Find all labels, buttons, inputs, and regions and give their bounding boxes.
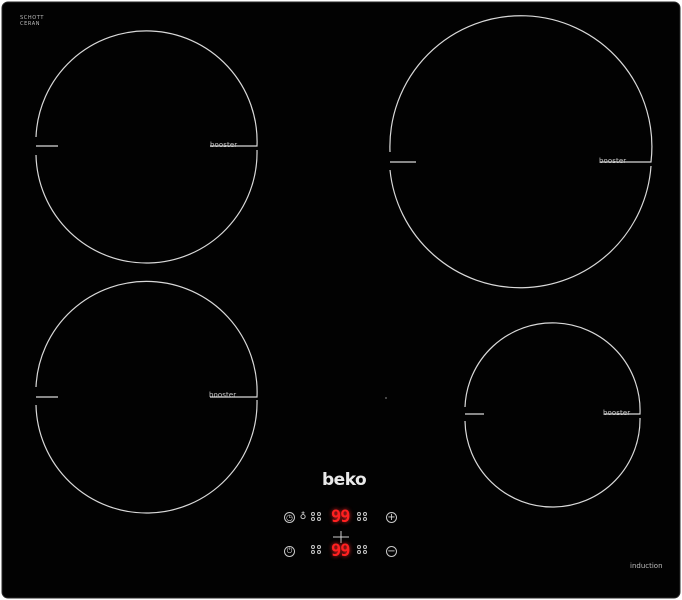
zone-indicator-icon <box>357 545 369 555</box>
induction-label: induction <box>630 562 663 570</box>
zone-booster-label: booster <box>603 409 631 417</box>
brand-logo: beko <box>322 470 367 490</box>
timer-icon[interactable]: ◷ <box>284 512 295 523</box>
power-icon[interactable]: ⏻ <box>284 546 295 557</box>
minus-icon[interactable]: − <box>386 546 397 557</box>
plus-icon[interactable]: + <box>386 512 397 523</box>
zone-indicator-icon <box>357 512 369 522</box>
zone-indicator-icon <box>311 545 323 555</box>
zone-indicator-icon <box>311 512 323 522</box>
glass-brand-label: SCHOTT CERAN <box>20 15 44 27</box>
zone-booster-label: booster <box>210 141 238 149</box>
lock-icon[interactable]: ♁ <box>299 511 307 523</box>
zone-booster-label: booster <box>599 157 627 165</box>
zone-booster-label: booster <box>209 391 237 399</box>
power-level-display-top: 99 <box>331 507 351 527</box>
power-level-display-bottom: 99 <box>331 541 351 561</box>
